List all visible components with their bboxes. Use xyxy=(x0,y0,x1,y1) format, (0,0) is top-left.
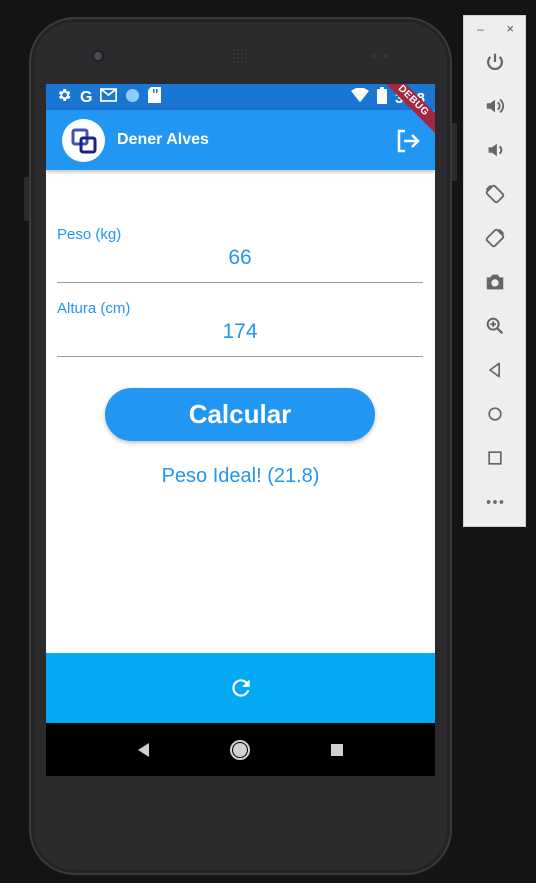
light-sensor xyxy=(383,54,388,59)
refresh-bar[interactable] xyxy=(46,653,435,723)
refresh-icon[interactable] xyxy=(228,675,254,701)
battery-icon xyxy=(376,87,387,109)
result-text: Peso Ideal! (21.8) xyxy=(161,465,320,487)
rotate-right-icon[interactable] xyxy=(481,224,509,252)
weight-label: Peso (kg) xyxy=(57,226,122,243)
earpiece-speaker xyxy=(230,46,248,64)
weight-field[interactable]: Peso (kg) xyxy=(57,226,423,283)
logout-icon[interactable] xyxy=(395,128,421,154)
volume-up-icon[interactable] xyxy=(481,92,509,120)
power-icon[interactable] xyxy=(481,48,509,76)
close-button[interactable]: × xyxy=(506,21,514,36)
height-field[interactable]: Altura (cm) xyxy=(57,300,423,357)
rotate-left-icon[interactable] xyxy=(481,180,509,208)
emulator-toolbar: – × xyxy=(463,15,526,527)
circle-icon xyxy=(125,88,140,108)
back-icon[interactable] xyxy=(481,356,509,384)
phone-side-button-right xyxy=(452,123,457,181)
phone-screen: G 3:28 D xyxy=(46,84,435,776)
height-input[interactable] xyxy=(57,320,423,344)
app-bar: Dener Alves xyxy=(46,110,435,170)
volume-down-icon[interactable] xyxy=(481,136,509,164)
status-bar: G 3:28 xyxy=(46,84,435,110)
phone-side-button-left xyxy=(24,177,29,221)
user-name: Dener Alves xyxy=(117,131,209,148)
height-label: Altura (cm) xyxy=(57,300,131,317)
camera-icon[interactable] xyxy=(481,268,509,296)
app-logo-icon xyxy=(71,128,96,153)
front-camera xyxy=(94,52,102,60)
more-icon[interactable] xyxy=(481,488,509,516)
home-icon[interactable] xyxy=(228,738,252,762)
recents-icon[interactable] xyxy=(325,738,349,762)
height-underline xyxy=(57,356,423,357)
sd-card-icon xyxy=(148,87,162,108)
calculate-button[interactable]: Calcular xyxy=(105,388,375,441)
google-g-icon: G xyxy=(80,88,93,106)
zoom-icon[interactable] xyxy=(481,312,509,340)
back-icon[interactable] xyxy=(132,738,156,762)
wifi-icon xyxy=(350,87,369,108)
gmail-icon xyxy=(100,88,118,107)
android-nav-bar xyxy=(46,723,435,776)
weight-underline xyxy=(57,282,423,283)
gear-icon xyxy=(56,87,72,108)
minimize-button[interactable]: – xyxy=(477,22,484,36)
proximity-sensor xyxy=(371,54,376,59)
overview-icon[interactable] xyxy=(481,444,509,472)
avatar[interactable] xyxy=(62,119,105,162)
home-icon[interactable] xyxy=(481,400,509,428)
weight-input[interactable] xyxy=(57,246,423,270)
